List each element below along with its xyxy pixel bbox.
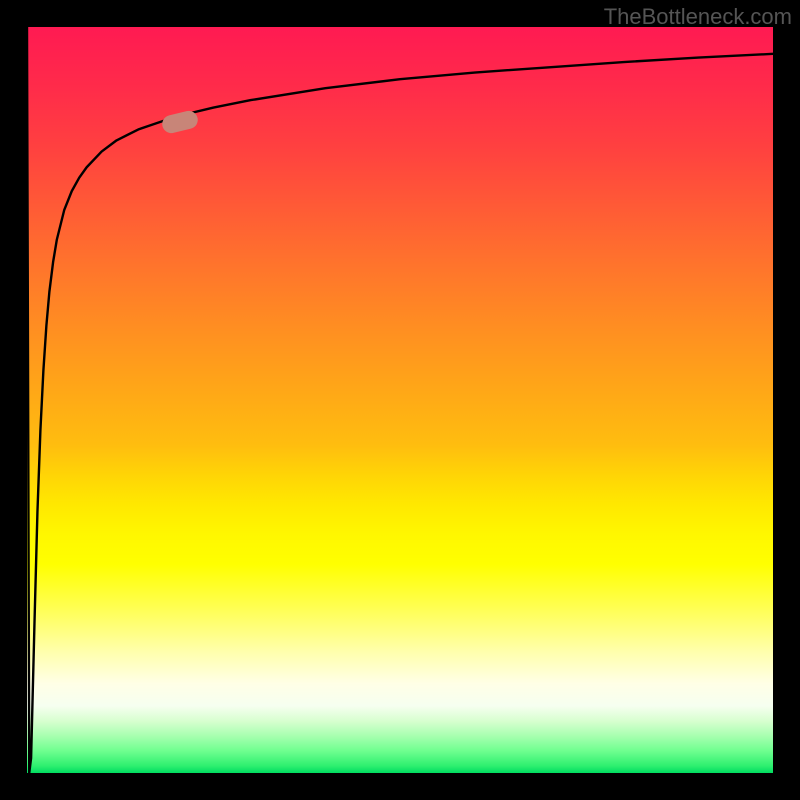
bottleneck-curve [27, 27, 773, 773]
plot-area [27, 27, 773, 773]
curve-svg [27, 27, 773, 773]
highlight-marker [160, 110, 199, 136]
chart-frame: TheBottleneck.com [0, 0, 800, 800]
credit-label: TheBottleneck.com [604, 4, 792, 30]
